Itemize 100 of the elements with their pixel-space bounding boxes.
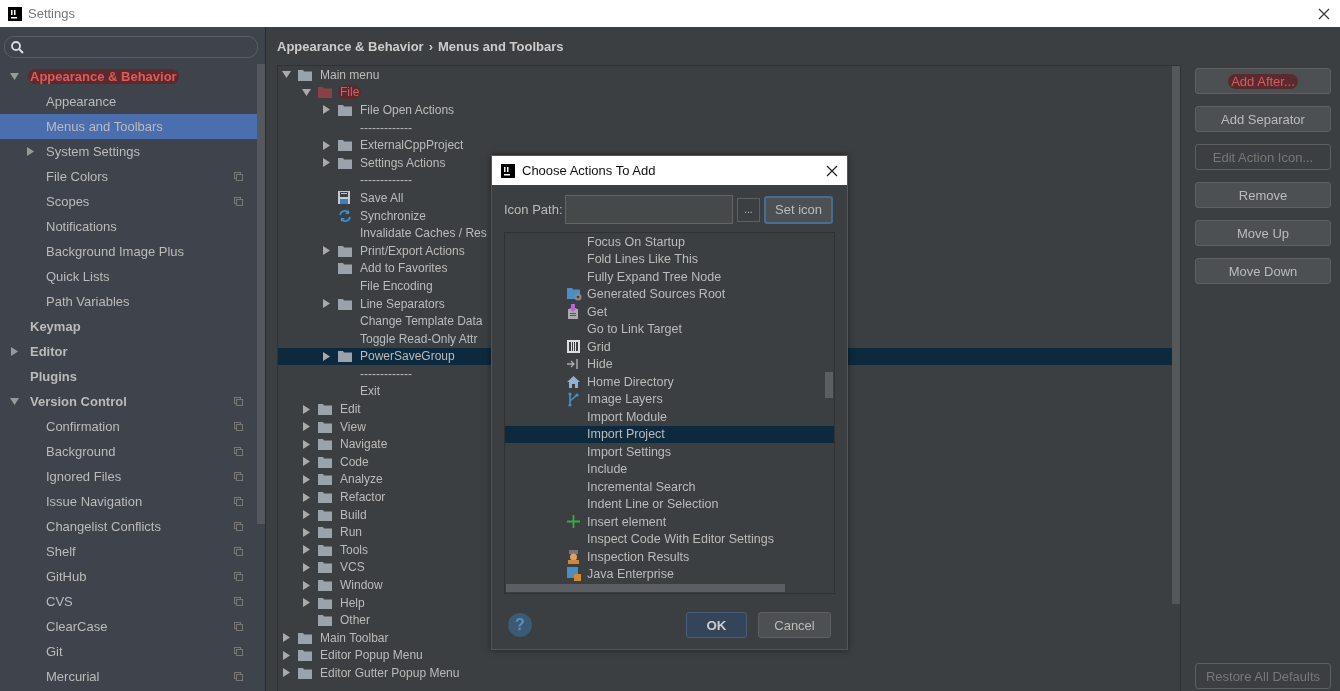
action-button[interactable]: Move Down xyxy=(1195,258,1331,284)
sidebar-item[interactable]: Keymap xyxy=(0,314,257,339)
tree-item[interactable]: Save All xyxy=(318,189,407,207)
sidebar-item[interactable]: Background Image Plus xyxy=(0,239,257,264)
browse-button[interactable]: ... xyxy=(736,197,761,222)
sidebar-item[interactable]: Scopes xyxy=(0,189,257,214)
expand-arrow-icon[interactable] xyxy=(302,87,311,97)
action-button[interactable]: Move Up xyxy=(1195,220,1331,246)
action-item[interactable]: Inspection Results xyxy=(505,548,834,566)
tree-item[interactable]: File Open Actions xyxy=(318,101,458,119)
close-icon[interactable] xyxy=(1318,7,1330,20)
cancel-button[interactable]: Cancel xyxy=(758,612,831,638)
action-item[interactable]: Go to Link Target xyxy=(505,320,834,338)
action-item[interactable]: Fold Lines Like This xyxy=(505,250,834,268)
action-item[interactable]: Import Project xyxy=(505,425,834,443)
tree-item[interactable]: Exit xyxy=(318,382,383,401)
action-item[interactable]: Include xyxy=(505,460,834,478)
action-item[interactable]: Inspect Code With Editor Settings xyxy=(505,530,834,548)
tree-item[interactable]: Window xyxy=(298,576,386,594)
sidebar-item[interactable]: Appearance & Behavior xyxy=(0,64,257,89)
sidebar-item[interactable]: Appearance xyxy=(0,89,257,114)
tree-item[interactable]: ------------- xyxy=(318,171,415,190)
sidebar-item[interactable]: Plugins xyxy=(0,364,257,389)
action-item[interactable]: Insert element xyxy=(505,513,834,531)
sidebar-item[interactable]: Shelf xyxy=(0,539,257,564)
tree-item[interactable]: View xyxy=(298,417,369,436)
close-icon[interactable] xyxy=(826,164,838,177)
action-item[interactable]: Import Settings xyxy=(505,443,834,461)
action-button[interactable]: Add After... xyxy=(1195,68,1331,94)
tree-item[interactable]: Settings Actions xyxy=(318,153,449,172)
sidebar-item[interactable]: Version Control xyxy=(0,389,257,414)
action-button[interactable]: Add Separator xyxy=(1195,106,1331,132)
tree-item[interactable]: PowerSaveGroup xyxy=(318,347,458,366)
action-item[interactable]: Import Module xyxy=(505,408,834,426)
tree-item[interactable]: Editor Gutter Popup Menu xyxy=(278,664,463,682)
tree-item[interactable]: Editor Popup Menu xyxy=(278,646,426,665)
tree-item[interactable]: Invalidate Caches / Res xyxy=(318,224,490,242)
sidebar-item[interactable]: Confirmation xyxy=(0,414,257,439)
action-item[interactable]: Fully Expand Tree Node xyxy=(505,268,834,286)
expand-arrow-icon[interactable] xyxy=(26,147,35,156)
action-item[interactable]: Image Layers xyxy=(505,390,834,408)
expand-arrow-icon[interactable] xyxy=(322,105,331,115)
action-item[interactable]: Hide xyxy=(505,355,834,373)
action-item[interactable]: Home Directory xyxy=(505,373,834,391)
expand-arrow-icon[interactable] xyxy=(10,347,19,356)
action-item[interactable]: Grid xyxy=(505,338,834,356)
sidebar-item[interactable]: Changelist Conflicts xyxy=(0,514,257,539)
action-item[interactable]: Generated Sources Root xyxy=(505,285,834,303)
tree-item[interactable]: Help xyxy=(298,593,368,612)
scrollbar-thumb[interactable] xyxy=(506,584,785,592)
tree-item[interactable]: ------------- xyxy=(318,118,415,137)
sidebar-item[interactable]: Issue Navigation xyxy=(0,489,257,514)
search-field[interactable] xyxy=(4,36,258,58)
sidebar-item[interactable]: Editor xyxy=(0,339,257,364)
sidebar-item[interactable]: Quick Lists xyxy=(0,264,257,289)
tree-item[interactable]: ExternalCppProject xyxy=(318,136,467,154)
expand-arrow-icon[interactable] xyxy=(10,397,19,406)
sidebar-item[interactable]: Git xyxy=(0,639,257,664)
tree-item[interactable]: Line Separators xyxy=(318,294,448,313)
expand-arrow-icon[interactable] xyxy=(322,299,331,308)
sidebar-item[interactable]: Ignored Files xyxy=(0,464,257,489)
expand-arrow-icon[interactable] xyxy=(10,72,19,81)
scrollbar-thumb[interactable] xyxy=(825,372,833,398)
icon-path-field[interactable] xyxy=(564,195,733,224)
action-item[interactable]: Indent Line or Selection xyxy=(505,495,834,513)
tree-item[interactable]: Tools xyxy=(298,541,371,559)
tree-item[interactable]: Analyze xyxy=(298,470,386,489)
tree-item[interactable]: ------------- xyxy=(318,365,415,383)
sidebar-item[interactable]: System Settings xyxy=(0,139,257,164)
tree-item[interactable]: Refactor xyxy=(298,488,389,506)
action-item[interactable]: Focus On Startup xyxy=(505,233,834,251)
tree-item[interactable]: Code xyxy=(298,453,372,471)
tree-item[interactable]: Navigate xyxy=(298,435,391,454)
action-item[interactable]: Get xyxy=(505,303,834,321)
sidebar-item[interactable]: Mercurial xyxy=(0,664,257,689)
tree-item[interactable]: Main Toolbar xyxy=(278,629,392,647)
action-item[interactable]: Incremental Search xyxy=(505,478,834,496)
tree-item[interactable]: Toggle Read-Only Attr xyxy=(318,329,481,348)
expand-arrow-icon[interactable] xyxy=(322,246,331,256)
action-button[interactable]: Remove xyxy=(1195,182,1331,208)
expand-arrow-icon[interactable] xyxy=(282,70,291,80)
ok-button[interactable]: OK xyxy=(686,612,747,638)
sidebar-item[interactable]: Background xyxy=(0,439,257,464)
tree-item[interactable]: File Encoding xyxy=(318,277,436,295)
sidebar-item[interactable]: Notifications xyxy=(0,214,257,239)
tree-item[interactable]: File xyxy=(298,83,363,102)
tree-item[interactable]: VCS xyxy=(298,558,368,577)
tree-item[interactable]: Add to Favorites xyxy=(318,259,451,278)
set-icon-button[interactable]: Set icon xyxy=(764,195,833,224)
tree-item[interactable]: Change Template Data xyxy=(318,312,486,330)
sidebar-item[interactable]: Path Variables xyxy=(0,289,257,314)
sidebar-item[interactable]: ClearCase xyxy=(0,614,257,639)
tree-item[interactable]: Run xyxy=(298,523,365,542)
tree-item[interactable]: Synchronize xyxy=(318,206,430,225)
sidebar-item[interactable]: File Colors xyxy=(0,164,257,189)
tree-item[interactable]: Build xyxy=(298,505,370,524)
tree-item[interactable]: Edit xyxy=(298,400,364,418)
tree-item[interactable]: Print/Export Actions xyxy=(318,241,468,260)
tree-item[interactable]: Main menu xyxy=(278,66,383,84)
action-item[interactable]: Java Enterprise xyxy=(505,565,834,583)
